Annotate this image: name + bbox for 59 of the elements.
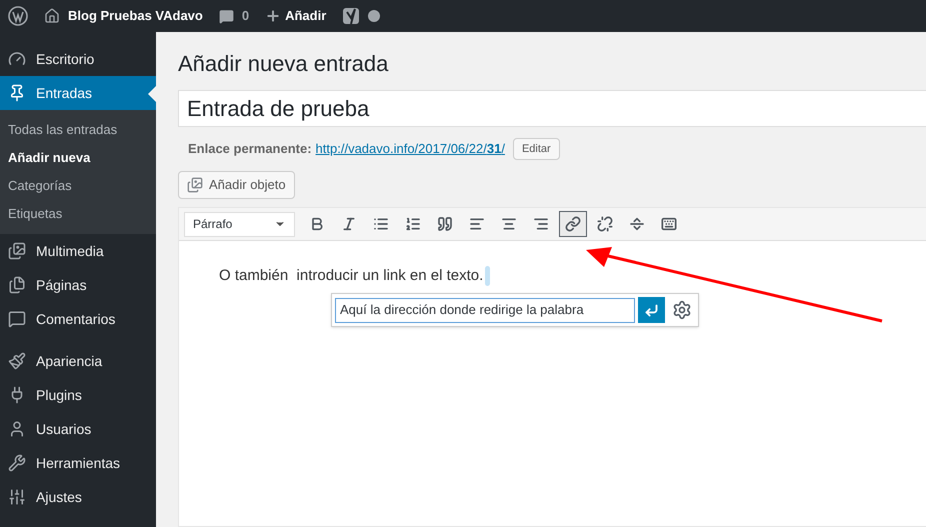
current-pointer-icon <box>148 86 156 102</box>
speech-bubble-icon <box>8 310 26 328</box>
submenu-item[interactable]: Añadir nueva <box>0 144 156 172</box>
sidebar-item[interactable]: Multimedia <box>0 234 156 268</box>
keyboard-icon <box>661 216 677 232</box>
wordpress-logo-icon[interactable] <box>8 6 28 26</box>
sidebar-item[interactable]: Comentarios <box>0 302 156 336</box>
sidebar-item[interactable]: Usuarios <box>0 412 156 446</box>
apply-button[interactable] <box>638 297 665 323</box>
sidebar-item[interactable]: Escritorio <box>0 42 156 76</box>
bullet-list-icon <box>373 216 389 232</box>
sidebar-item[interactable]: Plugins <box>0 378 156 412</box>
sidebar-item[interactable]: Entradas <box>0 76 156 110</box>
site-name-link[interactable]: Blog Pruebas VAdavo <box>68 6 203 26</box>
media-icon <box>187 177 203 193</box>
comments-count[interactable]: 0 <box>242 6 250 26</box>
align-left-icon <box>469 216 485 232</box>
bold-icon <box>309 216 325 232</box>
read-more-icon <box>629 216 645 232</box>
align-right-icon <box>533 216 549 232</box>
sidebar-item[interactable]: Páginas <box>0 268 156 302</box>
align-center-icon <box>501 216 517 232</box>
sliders-icon <box>8 488 26 506</box>
enter-icon <box>644 302 659 318</box>
url-field[interactable]: Aquí la dirección donde redirige la palabra <box>335 298 635 322</box>
plus-icon <box>265 8 282 24</box>
toolbar-button[interactable] <box>559 211 587 237</box>
submenu-item[interactable]: Categorías <box>0 172 156 200</box>
numbered-list-icon <box>405 216 421 232</box>
unlink-icon <box>597 216 613 232</box>
pin-icon <box>8 84 26 102</box>
quote-icon <box>437 216 453 232</box>
new-link[interactable]: Añadir <box>285 6 326 26</box>
link-icon <box>565 216 581 232</box>
home-icon <box>44 8 60 24</box>
pages-icon <box>8 276 26 294</box>
settings-icon[interactable] <box>672 300 692 320</box>
permalink-link[interactable]: http://vadavo.info/2017/06/22/31/ <box>316 139 505 159</box>
user-icon <box>8 420 26 438</box>
sidebar-item[interactable]: Ajustes <box>0 480 156 514</box>
gauge-icon <box>8 50 26 68</box>
title-field[interactable]: Entrada de prueba <box>178 90 926 127</box>
format-select[interactable]: Párrafo <box>184 212 295 236</box>
add-media-button[interactable]: Añadir objeto <box>178 171 295 199</box>
editor-paragraph: O también introducir un link en el texto. <box>219 266 484 286</box>
wrench-icon <box>8 454 26 472</box>
italic-icon <box>341 216 357 232</box>
paintbrush-icon <box>8 352 26 370</box>
seo-plugin-icon[interactable] <box>342 6 360 26</box>
submenu-item[interactable]: Etiquetas <box>0 200 156 228</box>
images-icon <box>8 242 26 260</box>
edit-button[interactable]: Editar <box>512 138 560 160</box>
sidebar-item[interactable]: Apariencia <box>0 344 156 378</box>
submenu-item[interactable]: Todas las entradas <box>0 116 156 144</box>
comment-icon <box>218 8 234 24</box>
sidebar-item[interactable]: Herramientas <box>0 446 156 480</box>
selection-marker-icon <box>485 266 490 286</box>
permalink-label: Enlace permanente: <box>188 140 312 158</box>
page-heading: Añadir nueva entrada <box>178 50 390 78</box>
